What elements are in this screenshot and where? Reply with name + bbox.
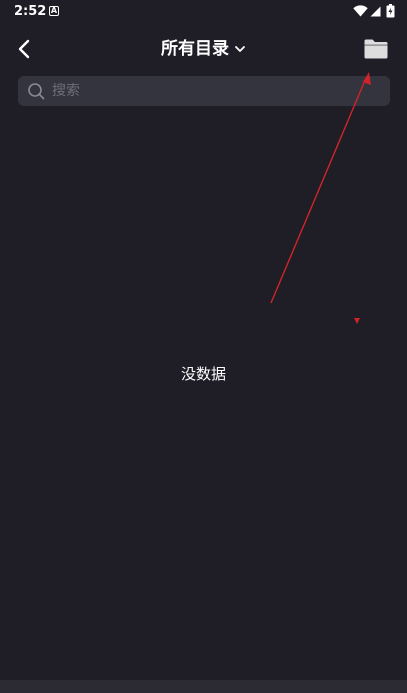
status-time: 2:52 [14,4,47,19]
status-bar: 2:52 A [0,0,407,24]
folder-icon[interactable] [363,38,389,60]
header: 所有目录 [0,30,407,70]
navigation-bar [0,680,407,693]
search-icon [28,83,45,100]
search-input[interactable] [52,76,382,106]
search-bar [18,76,390,106]
chevron-down-icon [235,46,245,52]
directory-dropdown[interactable]: 所有目录 [161,37,246,61]
a-box-icon: A [49,6,59,16]
battery-icon [386,4,395,18]
empty-state-text: 没数据 [180,365,226,383]
chevron-left-icon[interactable] [12,36,38,62]
wifi-icon [353,5,368,17]
title-container: 所有目录 [0,30,407,68]
signal-icon [370,6,381,17]
page-title: 所有目录 [161,39,229,59]
